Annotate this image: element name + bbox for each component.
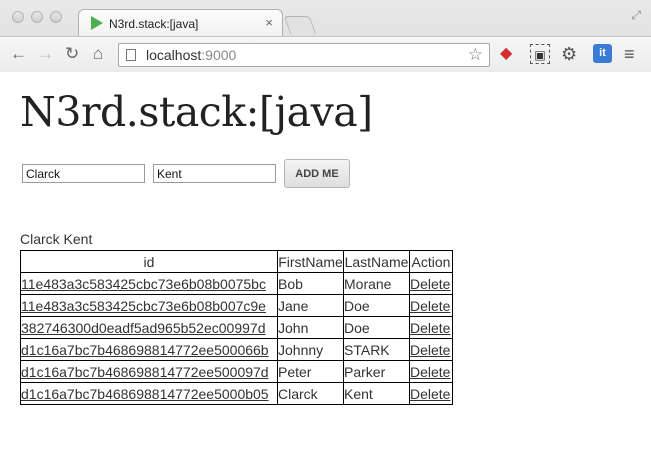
- tab-close-icon[interactable]: ×: [265, 15, 273, 30]
- window-controls: [12, 11, 62, 23]
- page-icon: [126, 49, 136, 61]
- table-row: 11e483a3c583425cbc73e6b08b0075bc Bob Mor…: [20, 272, 453, 295]
- last-name-cell: Kent: [343, 382, 410, 405]
- minimize-window-button[interactable]: [31, 11, 43, 23]
- delete-link[interactable]: Delete: [410, 342, 450, 358]
- table-row: 11e483a3c583425cbc73e6b08b007c9e Jane Do…: [20, 294, 453, 317]
- person-id-link[interactable]: d1c16a7bc7b468698814772ee500097d: [21, 364, 269, 380]
- page-title: N3rd.stack:[java]: [20, 88, 373, 136]
- header-action: Action: [409, 250, 453, 273]
- home-icon[interactable]: ⌂: [93, 45, 103, 62]
- delete-link[interactable]: Delete: [410, 320, 450, 336]
- new-tab-button[interactable]: [283, 16, 317, 34]
- extension-red-icon[interactable]: ◆: [500, 44, 512, 64]
- delete-link[interactable]: Delete: [410, 386, 450, 402]
- menu-icon[interactable]: ≡: [624, 44, 635, 64]
- table-row: d1c16a7bc7b468698814772ee500097d Peter P…: [20, 360, 453, 383]
- extension-box-icon[interactable]: ▣: [530, 44, 550, 64]
- forward-icon[interactable]: →: [37, 45, 54, 62]
- bookmark-star-icon[interactable]: ☆: [468, 45, 483, 65]
- last-name-cell: Morane: [343, 272, 410, 295]
- table-row: d1c16a7bc7b468698814772ee5000b05 Clarck …: [20, 382, 453, 405]
- last-name-cell: STARK: [343, 338, 410, 361]
- delete-link[interactable]: Delete: [410, 364, 450, 380]
- first-name-cell: Clarck: [277, 382, 344, 405]
- gear-icon[interactable]: ⚙: [561, 44, 577, 64]
- last-name-input[interactable]: [153, 164, 276, 183]
- url-text[interactable]: localhost:9000: [146, 47, 236, 63]
- url-port: :9000: [201, 47, 237, 63]
- first-name-cell: Johnny: [277, 338, 344, 361]
- header-first-name: FirstName: [277, 250, 344, 273]
- fullscreen-icon[interactable]: ⤢: [631, 8, 641, 23]
- delete-link[interactable]: Delete: [410, 276, 450, 292]
- last-added-label: Clarck Kent: [20, 231, 93, 247]
- reload-icon[interactable]: ↻: [65, 45, 79, 62]
- browser-chrome: N3rd.stack:[java] × ⤢ ← → ↻ ⌂ localhost:…: [0, 0, 651, 72]
- people-table: id FirstName LastName Action 11e483a3c58…: [20, 250, 453, 405]
- play-icon: [91, 16, 103, 30]
- person-id-link[interactable]: 382746300d0eadf5ad965b52ec00997d: [21, 320, 265, 336]
- person-id-link[interactable]: d1c16a7bc7b468698814772ee5000b05: [21, 386, 269, 402]
- last-name-cell: Doe: [343, 316, 410, 339]
- table-row: d1c16a7bc7b468698814772ee500066b Johnny …: [20, 338, 453, 361]
- back-icon[interactable]: ←: [10, 45, 27, 62]
- first-name-cell: Jane: [277, 294, 344, 317]
- last-name-cell: Doe: [343, 294, 410, 317]
- tab-title: N3rd.stack:[java]: [109, 17, 199, 31]
- url-host: localhost: [146, 47, 202, 63]
- close-window-button[interactable]: [12, 11, 24, 23]
- header-last-name: LastName: [343, 250, 410, 273]
- first-name-cell: Peter: [277, 360, 344, 383]
- extension-it-icon[interactable]: it: [593, 44, 612, 63]
- person-id-link[interactable]: 11e483a3c583425cbc73e6b08b007c9e: [21, 298, 266, 314]
- delete-link[interactable]: Delete: [410, 298, 450, 314]
- browser-toolbar: ← → ↻ ⌂ localhost:9000 ☆ ◆ ▣ ⚙ it ≡: [0, 36, 651, 72]
- table-header-row: id FirstName LastName Action: [20, 250, 453, 273]
- last-name-cell: Parker: [343, 360, 410, 383]
- address-bar[interactable]: localhost:9000 ☆: [118, 43, 490, 67]
- person-id-link[interactable]: d1c16a7bc7b468698814772ee500066b: [21, 342, 269, 358]
- add-me-button[interactable]: ADD ME: [284, 159, 350, 188]
- maximize-window-button[interactable]: [50, 11, 62, 23]
- header-id: id: [20, 250, 278, 273]
- browser-tab[interactable]: N3rd.stack:[java] ×: [78, 9, 283, 36]
- table-row: 382746300d0eadf5ad965b52ec00997d John Do…: [20, 316, 453, 339]
- person-id-link[interactable]: 11e483a3c583425cbc73e6b08b0075bc: [21, 276, 266, 292]
- first-name-cell: John: [277, 316, 344, 339]
- first-name-input[interactable]: [22, 164, 145, 183]
- first-name-cell: Bob: [277, 272, 344, 295]
